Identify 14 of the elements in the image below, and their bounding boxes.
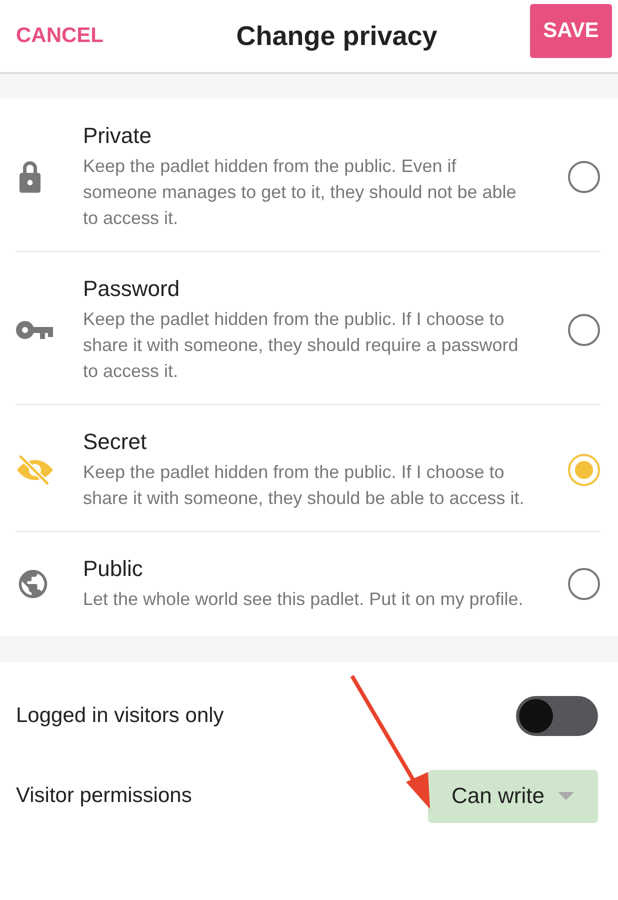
cancel-button[interactable]: CANCEL <box>16 24 104 48</box>
option-description: Keep the padlet hidden from the public. Even if someone manages to get to it, they should not be able to access it. <box>83 155 518 230</box>
permission-dropdown[interactable]: Can write <box>428 770 598 822</box>
dialog-title: Change privacy <box>236 20 438 52</box>
save-button[interactable]: SAVE <box>530 4 612 58</box>
setting-label: Logged in visitors only <box>16 704 224 728</box>
option-description: Keep the padlet hidden from the public. If I choose to share it with someone, they should require a password to access it. <box>83 308 520 383</box>
option-description: Keep the padlet hidden from the public. If I choose to share it with someone, they should be able to access it. <box>83 461 526 510</box>
option-title: Private <box>83 123 152 149</box>
setting-label: Visitor permissions <box>16 784 192 808</box>
option-title: Password <box>83 276 181 302</box>
option-description: Let the whole world see this padlet. Put it on my profile. <box>83 588 524 611</box>
option-title: Secret <box>83 429 148 455</box>
option-title: Public <box>83 556 144 582</box>
